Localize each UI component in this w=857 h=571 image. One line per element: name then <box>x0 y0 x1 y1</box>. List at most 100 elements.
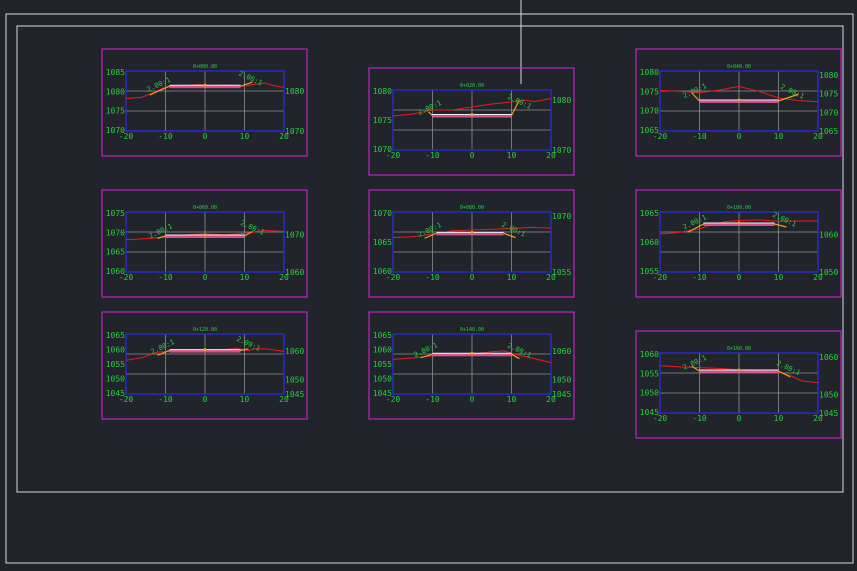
station-label: 0+020.00 <box>460 83 484 89</box>
x-tick-label: 10 <box>774 414 784 423</box>
x-tick-label: 0 <box>470 151 475 160</box>
y-tick-label-right: 1080 <box>552 96 571 105</box>
y-tick-label-left: 1070 <box>106 228 125 237</box>
y-tick-label-left: 1055 <box>640 369 659 378</box>
y-tick-label-right: 1070 <box>819 108 838 117</box>
y-tick-label-left: 1075 <box>106 107 125 116</box>
station-label: 0+120.00 <box>193 327 217 333</box>
y-tick-label-right: 1060 <box>552 347 571 356</box>
station-label: 0+080.00 <box>460 205 484 211</box>
centerline-marker <box>203 83 207 87</box>
y-tick-label-right: 1070 <box>285 127 304 136</box>
y-tick-label-left: 1060 <box>106 267 125 276</box>
station-label: 0+000.00 <box>193 64 217 70</box>
y-tick-label-left: 1050 <box>106 375 125 384</box>
y-tick-label-left: 1050 <box>640 389 659 398</box>
y-tick-label-right: 1045 <box>552 390 571 399</box>
y-tick-label-left: 1055 <box>640 267 659 276</box>
centerline-marker <box>737 368 741 372</box>
x-tick-label: 0 <box>737 132 742 141</box>
x-tick-label: 10 <box>774 273 784 282</box>
y-tick-label-left: 1075 <box>640 87 659 96</box>
y-tick-label-left: 1065 <box>640 209 659 218</box>
y-tick-label-right: 1080 <box>285 87 304 96</box>
x-tick-label: 10 <box>240 132 250 141</box>
y-tick-label-right: 1045 <box>285 390 304 399</box>
y-tick-label-left: 1070 <box>373 145 392 154</box>
station-label: 0+100.00 <box>727 205 751 211</box>
y-tick-label-left: 1060 <box>106 346 125 355</box>
y-tick-label-left: 1060 <box>373 346 392 355</box>
centerline-marker <box>470 230 474 234</box>
y-tick-label-right: 1050 <box>552 376 571 385</box>
y-tick-label-left: 1060 <box>373 267 392 276</box>
x-tick-label: -10 <box>158 132 173 141</box>
y-tick-label-left: 1080 <box>640 68 659 77</box>
y-tick-label-left: 1080 <box>373 87 392 96</box>
y-tick-label-left: 1070 <box>373 209 392 218</box>
centerline-marker <box>470 113 474 116</box>
y-tick-label-left: 1045 <box>640 408 659 417</box>
y-tick-label-left: 1065 <box>373 331 392 340</box>
y-tick-label-left: 1065 <box>106 248 125 257</box>
y-tick-label-left: 1060 <box>640 238 659 247</box>
x-tick-label: -10 <box>425 395 440 404</box>
y-tick-label-right: 1045 <box>819 409 838 418</box>
centerline-marker <box>203 348 207 352</box>
x-tick-label: -10 <box>158 273 173 282</box>
y-tick-label-left: 1045 <box>106 389 125 398</box>
x-tick-label: -10 <box>692 414 707 423</box>
y-tick-label-left: 1055 <box>106 360 125 369</box>
x-tick-label: 10 <box>240 273 250 282</box>
x-tick-label: 0 <box>203 395 208 404</box>
x-tick-label: 10 <box>240 395 250 404</box>
station-label: 0+140.00 <box>460 327 484 333</box>
x-tick-label: 0 <box>470 395 475 404</box>
station-label: 0+040.00 <box>727 64 751 70</box>
y-tick-label-left: 1070 <box>106 126 125 135</box>
y-tick-label-right: 1050 <box>285 376 304 385</box>
y-tick-label-left: 1075 <box>106 209 125 218</box>
y-tick-label-left: 1070 <box>640 107 659 116</box>
centerline-marker <box>737 221 741 225</box>
y-tick-label-right: 1075 <box>819 90 838 99</box>
x-tick-label: 0 <box>470 273 475 282</box>
y-tick-label-right: 1070 <box>285 231 304 240</box>
y-tick-label-right: 1065 <box>819 127 838 136</box>
y-tick-label-left: 1085 <box>106 68 125 77</box>
y-tick-label-left: 1045 <box>373 389 392 398</box>
y-tick-label-right: 1060 <box>285 268 304 277</box>
y-tick-label-left: 1065 <box>106 331 125 340</box>
y-tick-label-right: 1060 <box>819 353 838 362</box>
centerline-marker <box>203 233 207 237</box>
y-tick-label-right: 1060 <box>285 347 304 356</box>
x-tick-label: -10 <box>692 132 707 141</box>
station-label: 0+160.00 <box>727 346 751 352</box>
y-tick-label-left: 1060 <box>640 350 659 359</box>
x-tick-label: -10 <box>692 273 707 282</box>
y-tick-label-left: 1055 <box>373 360 392 369</box>
y-tick-label-right: 1080 <box>819 71 838 80</box>
y-tick-label-left: 1065 <box>640 126 659 135</box>
y-tick-label-left: 1050 <box>373 375 392 384</box>
canvas-background <box>0 0 857 571</box>
y-tick-label-right: 1070 <box>552 146 571 155</box>
y-tick-label-right: 1050 <box>819 268 838 277</box>
x-tick-label: 0 <box>203 273 208 282</box>
y-tick-label-right: 1070 <box>552 212 571 221</box>
x-tick-label: 10 <box>507 273 517 282</box>
x-tick-label: -10 <box>158 395 173 404</box>
y-tick-label-right: 1055 <box>552 268 571 277</box>
x-tick-label: 0 <box>737 273 742 282</box>
x-tick-label: -10 <box>425 151 440 160</box>
y-tick-label-right: 1060 <box>819 231 838 240</box>
x-tick-label: 0 <box>203 132 208 141</box>
x-tick-label: 10 <box>507 151 517 160</box>
x-tick-label: 0 <box>737 414 742 423</box>
x-tick-label: -10 <box>425 273 440 282</box>
drawing-canvas[interactable]: 0+000.00-20 -10 0 10 20108510801075107010801… <box>0 0 857 571</box>
station-label: 0+060.00 <box>193 205 217 211</box>
y-tick-label-left: 1075 <box>373 116 392 125</box>
y-tick-label-left: 1065 <box>373 238 392 247</box>
x-tick-label: 10 <box>774 132 784 141</box>
